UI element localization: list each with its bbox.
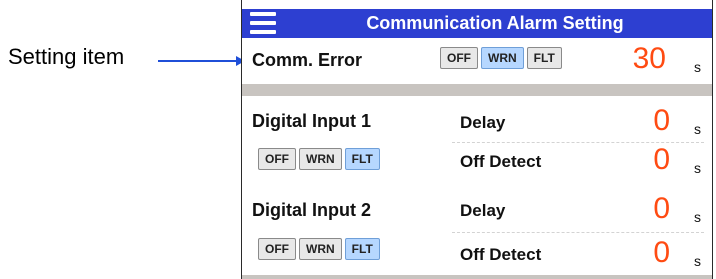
digital-input-1-delay-unit: s: [694, 121, 701, 137]
digital-input-2-delay-label: Delay: [460, 201, 506, 220]
digital-input-1-label: Digital Input 1: [252, 111, 371, 131]
comm-error-flt-button[interactable]: FLT: [526, 47, 562, 69]
digital-input-2-wrn-button[interactable]: WRN: [299, 238, 342, 260]
digital-input-2-label: Digital Input 2: [252, 200, 371, 220]
comm-error-off-button[interactable]: OFF: [440, 47, 478, 69]
digital-input-1-wrn-button[interactable]: WRN: [299, 148, 342, 170]
digital-input-1-off-detect-label: Off Detect: [460, 152, 542, 171]
digital-input-2-off-detect-value[interactable]: 0: [653, 238, 670, 268]
page-title: Communication Alarm Setting: [366, 13, 624, 33]
alarm-setting-panel: Communication Alarm Setting Comm. Error …: [241, 0, 713, 279]
comm-error-wrn-button[interactable]: WRN: [481, 47, 524, 69]
digital-input-2-off-detect-unit: s: [694, 253, 701, 269]
row-separator: [452, 232, 704, 233]
digital-input-2-delay-value[interactable]: 0: [653, 194, 670, 224]
section-divider: [242, 84, 712, 96]
callout-arrow-icon: [158, 56, 245, 66]
digital-input-2-delay-unit: s: [694, 209, 701, 225]
digital-input-1-off-detect-unit: s: [694, 160, 701, 176]
digital-input-1-off-detect-value[interactable]: 0: [653, 145, 670, 175]
comm-error-value[interactable]: 30: [633, 44, 666, 74]
digital-input-1-off-button[interactable]: OFF: [258, 148, 296, 170]
hamburger-menu-icon[interactable]: [250, 12, 276, 34]
digital-input-1-delay-value[interactable]: 0: [653, 106, 670, 136]
digital-input-2-off-detect-label: Off Detect: [460, 245, 542, 264]
comm-error-label: Comm. Error: [252, 50, 363, 70]
digital-input-1-flt-button[interactable]: FLT: [344, 148, 380, 170]
digital-input-2-off-button[interactable]: OFF: [258, 238, 296, 260]
digital-input-1-mode-selector: OFF WRN FLT: [258, 148, 380, 170]
comm-error-mode-selector: OFF WRN FLT: [440, 47, 562, 69]
digital-input-1-delay-label: Delay: [460, 113, 506, 132]
bottom-band: [242, 275, 712, 279]
digital-input-2-flt-button[interactable]: FLT: [344, 238, 380, 260]
title-bar: Communication Alarm Setting: [242, 9, 712, 38]
comm-error-unit: s: [694, 59, 701, 75]
digital-input-2-mode-selector: OFF WRN FLT: [258, 238, 380, 260]
